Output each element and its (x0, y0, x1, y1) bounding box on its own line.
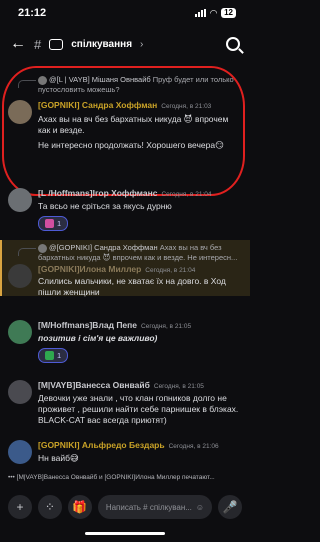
message-4[interactable]: [M/Hoffmans]Влад Пепе Сегодня, в 21:05 по… (0, 318, 250, 368)
message-time: Сегодня, в 21:04 (145, 267, 196, 274)
reply-preview[interactable]: @[GOPNIKI] Сандра Хоффман Ахах вы на вч … (38, 243, 240, 263)
status-time: 21:12 (18, 7, 47, 19)
reaction-chip[interactable]: 1 (38, 348, 69, 363)
author-name: [GOPNIKI]Илона Миллер (38, 264, 142, 274)
channel-header: ← # спілкування › (0, 30, 250, 58)
chevron-right-icon: › (140, 38, 144, 50)
add-attachment-button[interactable]: + (8, 495, 32, 519)
message-time: Сегодня, в 21:05 (153, 383, 204, 390)
reply-author: @[GOPNIKI] Сандра Хоффман (49, 243, 158, 252)
message-1[interactable]: @[L | VAYB] Мішаня Овнвайб Пруф будет ил… (0, 72, 250, 162)
reply-avatar (38, 75, 47, 85)
reaction-chip[interactable]: 1 (38, 216, 69, 231)
message-text: позитив і сім'я це важливо) (38, 333, 158, 343)
avatar[interactable] (8, 320, 32, 344)
home-indicator (85, 532, 165, 535)
typing-text: [M|VAYB]Ванесса Овнвайб и [GOPNIKI]Илона… (16, 474, 215, 481)
hearts-emoji-icon (45, 219, 54, 228)
author-name: [L /Hoffmans]Ігор Хоффманс (38, 188, 158, 198)
message-text: Слились мальчики, не хватає їх на довго.… (38, 276, 226, 297)
message-author[interactable]: [GOPNIKI] Сандра Хоффман Сегодня, в 21:03 (38, 100, 211, 110)
thread-icon (49, 38, 64, 50)
battery-icon: 12 (221, 8, 236, 18)
author-name: [GOPNIKI] Сандра Хоффман (38, 100, 158, 110)
message-input-placeholder: Написать # спілкуван... (105, 502, 192, 512)
plus-icon: + (16, 500, 24, 514)
author-name: [GOPNIKI] Альфредо Бездарь (38, 440, 165, 450)
message-6[interactable]: [GOPNIKI] Альфредо Бездарь Сегодня, в 21:… (0, 438, 250, 468)
message-input[interactable]: Написать # спілкуван... ☺ (97, 495, 213, 519)
reaction-count: 1 (57, 219, 62, 228)
channel-title[interactable]: спілкування (71, 39, 132, 50)
apps-button[interactable]: ⁘ (37, 495, 62, 519)
avatar[interactable] (8, 264, 32, 288)
reply-connector (18, 248, 36, 256)
message-author[interactable]: [L /Hoffmans]Ігор Хоффманс Сегодня, в 21:… (38, 188, 212, 198)
avatar[interactable] (8, 100, 32, 124)
grid-icon: ⁘ (44, 500, 55, 514)
typing-dots-icon: ••• (8, 474, 15, 481)
status-icons: ◠ 12 (195, 8, 236, 19)
signal-icon (195, 9, 207, 17)
author-name: [M/Hoffmans]Влад Пепе (38, 320, 138, 330)
message-author[interactable]: [M/Hoffmans]Влад Пепе Сегодня, в 21:05 (38, 320, 191, 330)
message-author[interactable]: [M|VAYB]Ванесса Овнвайб Сегодня, в 21:05 (38, 380, 204, 390)
message-5[interactable]: [M|VAYB]Ванесса Овнвайб Сегодня, в 21:05 … (0, 378, 250, 430)
reply-connector (18, 80, 36, 88)
reply-avatar (38, 243, 47, 253)
hash-icon: # (34, 36, 42, 52)
message-author[interactable]: [GOPNIKI] Альфредо Бездарь Сегодня, в 21:… (38, 440, 219, 450)
gift-icon: 🎁 (72, 500, 88, 514)
message-composer: + ⁘ 🎁 Написать # спілкуван... ☺ 🎤 (0, 490, 250, 524)
author-name: [M|VAYB]Ванесса Овнвайб (38, 380, 150, 390)
check-emoji-icon (45, 351, 54, 360)
reply-preview[interactable]: @[L | VAYB] Мішаня Овнвайб Пруф будет ил… (38, 75, 240, 95)
message-text: Та всьо не сріться за якусь дурню (38, 201, 172, 211)
status-bar: 21:12 ◠ 12 (0, 0, 250, 26)
message-2[interactable]: [L /Hoffmans]Ігор Хоффманс Сегодня, в 21:… (0, 186, 250, 234)
emoji-icon[interactable]: ☺ (196, 503, 204, 512)
microphone-icon: 🎤 (222, 500, 238, 514)
message-time: Сегодня, в 21:04 (161, 191, 212, 198)
message-text: Ахах вы на вч без бархатных никуда 😈 впр… (38, 114, 229, 135)
message-text-2: Не интересно продолжать! Хорошего вечера… (38, 140, 224, 150)
avatar[interactable] (8, 440, 32, 464)
back-arrow-icon[interactable]: ← (10, 35, 26, 53)
typing-indicator: ••• [M|VAYB]Ванесса Овнвайб и [GOPNIKI]И… (8, 474, 244, 481)
avatar[interactable] (8, 188, 32, 212)
reaction-count: 1 (57, 351, 62, 360)
message-text: Девочки уже знали , что клан гопников до… (38, 393, 239, 425)
message-author[interactable]: [GOPNIKI]Илона Миллер Сегодня, в 21:04 (38, 264, 195, 274)
reply-author: @[L | VAYB] Мішаня Овнвайб (49, 75, 151, 84)
search-icon[interactable] (226, 37, 240, 51)
message-time: Сегодня, в 21:06 (168, 443, 219, 450)
message-3[interactable]: @[GOPNIKI] Сандра Хоффман Ахах вы на вч … (0, 240, 250, 297)
message-time: Сегодня, в 21:03 (161, 103, 212, 110)
avatar[interactable] (8, 380, 32, 404)
wifi-icon: ◠ (210, 7, 218, 18)
message-time: Сегодня, в 21:05 (141, 323, 192, 330)
voice-button[interactable]: 🎤 (218, 495, 243, 519)
message-text: Нн вайб😅 (38, 453, 79, 463)
gift-button[interactable]: 🎁 (67, 495, 92, 519)
